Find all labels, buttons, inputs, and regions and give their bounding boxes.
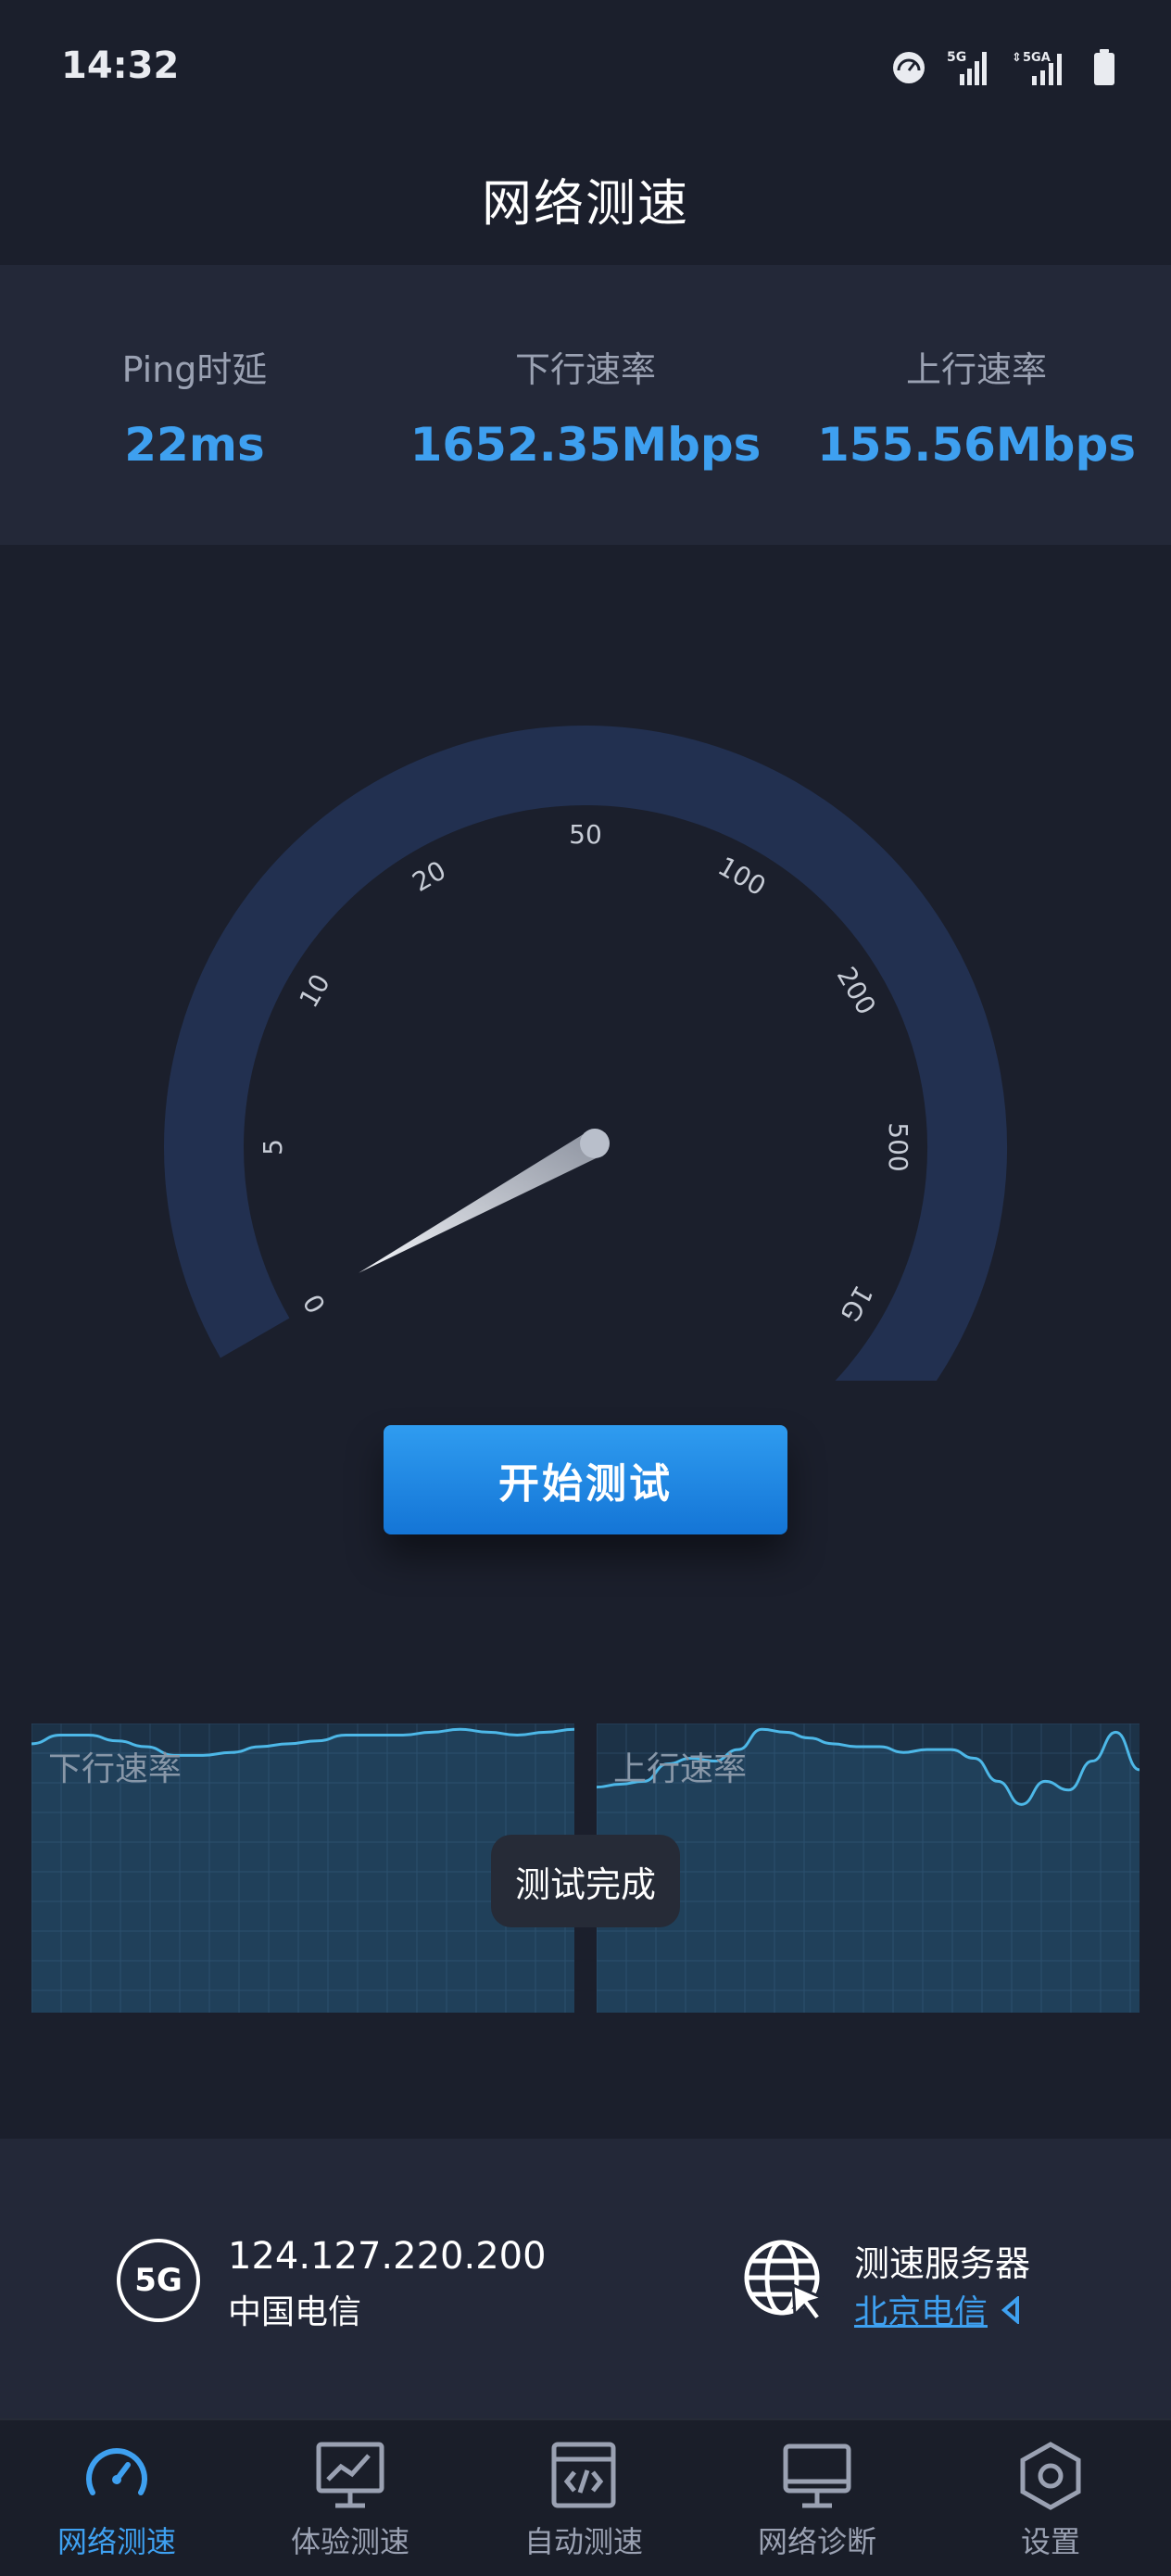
speedometer-icon [893, 52, 925, 83]
caret-left-icon[interactable] [1001, 2296, 1021, 2324]
nav-label: 自动测速 [523, 2524, 643, 2559]
code-window-icon [551, 2442, 616, 2508]
gauge-tick-label: 200 [831, 962, 882, 1020]
signal-5ga-icon: ⇕ 5GA [1012, 51, 1062, 85]
server-name-link[interactable]: 北京电信 [854, 2285, 988, 2333]
gauge-tick-label: 500 [883, 1122, 913, 1171]
nav-network-diagnosis[interactable]: 网络诊断 [700, 2420, 934, 2576]
upload-label: 上行速率 [905, 349, 1047, 390]
nav-experience-test[interactable]: 体验测速 [233, 2420, 467, 2576]
gauge-tick-label: 0 [297, 1289, 332, 1319]
download-value: 1652.35Mbps [409, 418, 762, 472]
gauge-needle [359, 1130, 602, 1273]
nav-speed-test[interactable]: 网络测速 [0, 2420, 233, 2576]
settings-hexagon-icon [1020, 2442, 1081, 2510]
start-test-button[interactable]: 开始测试 [384, 1425, 787, 1534]
gauge-tick-label: 20 [408, 855, 451, 898]
status-time: 14:32 [61, 44, 180, 87]
monitor-chart-icon [316, 2442, 384, 2508]
signal-5ga-text: 5GA [1023, 51, 1051, 65]
status-bar: 14:32 5G ⇕ 5GA [0, 0, 1171, 139]
nav-label: 网络测速 [57, 2524, 176, 2559]
nav-label: 体验测速 [290, 2524, 409, 2559]
signal-5g-icon: 5G [947, 50, 987, 85]
nav-settings[interactable]: 设置 [934, 2420, 1167, 2576]
gauge-tick-label: 10 [294, 969, 336, 1013]
upload-value: 155.56Mbps [816, 418, 1137, 472]
battery-icon [1094, 49, 1114, 85]
globe-cursor-icon [744, 2240, 827, 2323]
download-chart-label: 下行速率 [48, 1750, 183, 1788]
monitor-icon [783, 2443, 851, 2508]
speedometer-icon [86, 2448, 147, 2495]
download-label: 下行速率 [514, 349, 656, 390]
ip-address: 124.127.220.200 [228, 2235, 547, 2278]
gauge-tick-label: 5 [258, 1139, 288, 1155]
carrier-name: 中国电信 [228, 2293, 362, 2331]
gauge-tick-labels: 051020501002005001G2G5G [258, 819, 913, 1327]
stats-panel: Ping时延 22ms 下行速率 1652.35Mbps 上行速率 155.56… [0, 265, 1171, 545]
gauge-tick-label: 100 [712, 851, 771, 902]
upload-stat: 上行速率 155.56Mbps [782, 341, 1171, 472]
ping-value: 22ms [124, 418, 265, 472]
bottom-nav: 网络测速 体验测速 自动测速 网络诊断 设置 [0, 2418, 1171, 2576]
nav-auto-test[interactable]: 自动测速 [467, 2420, 700, 2576]
gauge-tick-label: 50 [569, 819, 602, 850]
nav-label: 设置 [1020, 2524, 1080, 2559]
gauge-tick-label: 1G [834, 1280, 878, 1327]
gauge-needle-hub [580, 1129, 610, 1158]
svg-text:⇕: ⇕ [1012, 51, 1022, 65]
ping-stat: Ping时延 22ms [0, 341, 389, 472]
signal-5g-text: 5G [947, 50, 966, 65]
download-stat: 下行速率 1652.35Mbps [391, 341, 780, 472]
test-complete-toast: 测试完成 [491, 1835, 680, 1927]
status-icons: 5G ⇕ 5GA [891, 48, 1115, 87]
server-title: 测速服务器 [854, 2243, 1031, 2284]
network-info-panel: 5G 124.127.220.200 中国电信 测速服务器 北京电信 [0, 2139, 1171, 2418]
speed-gauge: 051020501002005001G2G5G [164, 726, 1007, 1381]
page-title: 网络测速 [482, 174, 689, 233]
upload-chart-label: 上行速率 [613, 1750, 748, 1788]
nav-label: 网络诊断 [757, 2524, 876, 2559]
ping-label: Ping时延 [121, 349, 268, 390]
network-type-badge: 5G [117, 2239, 200, 2322]
